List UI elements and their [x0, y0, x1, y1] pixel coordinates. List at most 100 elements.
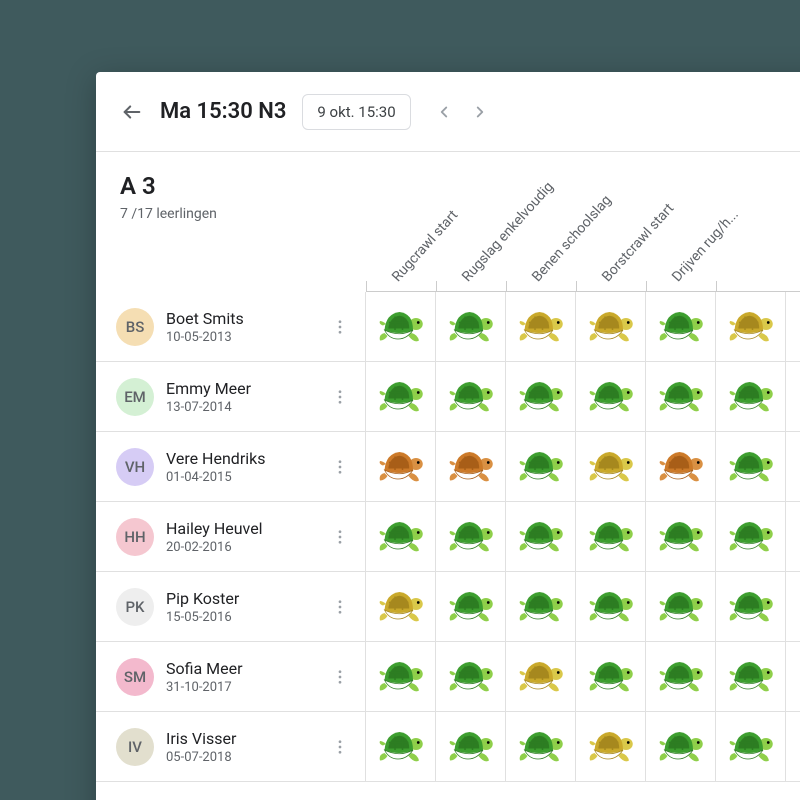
next-date-button[interactable]	[463, 95, 497, 129]
rating-cell[interactable]	[716, 712, 786, 781]
rating-cell[interactable]	[506, 502, 576, 571]
rating-cell[interactable]	[646, 642, 716, 711]
rating-cell[interactable]	[366, 642, 436, 711]
rating-cell[interactable]	[506, 432, 576, 501]
turtle-icon	[517, 307, 565, 347]
skill-column-header[interactable]: Rugslag enkelvoudig	[436, 152, 506, 291]
kebab-icon[interactable]	[327, 447, 353, 487]
kebab-icon[interactable]	[327, 587, 353, 627]
kebab-icon[interactable]	[327, 307, 353, 347]
rating-cell[interactable]	[716, 292, 786, 361]
prev-date-button[interactable]	[427, 95, 461, 129]
rating-cell[interactable]	[436, 712, 506, 781]
turtle-icon	[727, 307, 775, 347]
rating-cell[interactable]	[646, 572, 716, 641]
avatar: IV	[116, 728, 154, 766]
turtle-icon	[377, 727, 425, 767]
date-picker[interactable]: 9 okt. 15:30	[302, 94, 410, 130]
rating-cell[interactable]	[646, 712, 716, 781]
skill-header: Rugcrawl startRugslag enkelvoudigBenen s…	[366, 152, 800, 292]
rating-cell[interactable]	[436, 502, 506, 571]
student-cell[interactable]: PKPip Koster15-05-2016	[96, 572, 366, 641]
rating-cell[interactable]	[646, 432, 716, 501]
rating-cell[interactable]	[436, 642, 506, 711]
turtle-icon	[517, 587, 565, 627]
turtle-icon	[587, 447, 635, 487]
rating-cell[interactable]	[576, 502, 646, 571]
skill-column-header[interactable]: Drijven rug/h...	[646, 152, 716, 291]
student-dob: 05-07-2018	[166, 750, 315, 765]
rating-cell[interactable]	[576, 292, 646, 361]
skill-column-header[interactable]: Benen schoolslag	[506, 152, 576, 291]
skill-column-header[interactable]: Rugcrawl start	[366, 152, 436, 291]
kebab-icon[interactable]	[327, 377, 353, 417]
student-cell[interactable]: EMEmmy Meer13-07-2014	[96, 362, 366, 431]
rating-cell[interactable]	[506, 572, 576, 641]
turtle-icon	[447, 447, 495, 487]
turtle-icon	[377, 587, 425, 627]
rating-cell[interactable]	[576, 362, 646, 431]
group-subtitle: 7 /17 leerlingen	[120, 206, 342, 222]
rating-cell[interactable]	[716, 642, 786, 711]
rating-cell[interactable]	[506, 712, 576, 781]
rating-cell[interactable]	[506, 642, 576, 711]
rating-cell[interactable]	[716, 502, 786, 571]
rating-cell[interactable]	[646, 502, 716, 571]
rating-cell[interactable]	[436, 572, 506, 641]
rating-cell[interactable]	[506, 362, 576, 431]
turtle-icon	[377, 517, 425, 557]
rating-cell[interactable]	[576, 572, 646, 641]
rating-cell[interactable]	[366, 292, 436, 361]
turtle-icon	[587, 307, 635, 347]
turtle-icon	[727, 447, 775, 487]
student-cell[interactable]: BSBoet Smits10-05-2013	[96, 292, 366, 361]
rating-cell[interactable]	[576, 432, 646, 501]
rating-cell[interactable]	[576, 712, 646, 781]
student-row: HHHailey Heuvel20-02-2016	[96, 502, 800, 572]
rating-cell[interactable]	[646, 362, 716, 431]
rating-cell[interactable]	[506, 292, 576, 361]
student-row: EMEmmy Meer13-07-2014	[96, 362, 800, 432]
student-row: BSBoet Smits10-05-2013	[96, 292, 800, 362]
skill-column-header[interactable]: Borstcrawl start	[576, 152, 646, 291]
rating-cell[interactable]	[436, 432, 506, 501]
rating-cell[interactable]	[716, 362, 786, 431]
rating-cell[interactable]	[366, 432, 436, 501]
date-nav	[427, 95, 497, 129]
rating-cell[interactable]	[366, 362, 436, 431]
student-cell[interactable]: VHVere Hendriks01-04-2015	[96, 432, 366, 501]
student-cell[interactable]: SMSofia Meer31-10-2017	[96, 642, 366, 711]
rating-cell[interactable]	[436, 362, 506, 431]
kebab-icon[interactable]	[327, 517, 353, 557]
student-cell[interactable]: IV Iris Visser 05-07-2018	[96, 712, 366, 781]
rating-cell[interactable]	[436, 292, 506, 361]
skill-column-header[interactable]	[716, 152, 786, 291]
toolbar: Ma 15:30 N3 9 okt. 15:30 OPSLAAN	[96, 72, 800, 152]
kebab-icon[interactable]	[327, 727, 353, 767]
rating-cell[interactable]	[366, 572, 436, 641]
turtle-icon	[657, 377, 705, 417]
turtle-icon	[727, 517, 775, 557]
rating-cell[interactable]	[576, 642, 646, 711]
rating-cell[interactable]	[366, 712, 436, 781]
back-icon[interactable]	[120, 100, 144, 124]
student-name: Iris Visser	[166, 729, 315, 748]
avatar: SM	[116, 658, 154, 696]
turtle-icon	[517, 447, 565, 487]
page-title: Ma 15:30 N3	[160, 99, 286, 124]
rating-cell[interactable]	[716, 432, 786, 501]
student-cell[interactable]: HHHailey Heuvel20-02-2016	[96, 502, 366, 571]
turtle-icon	[517, 657, 565, 697]
turtle-icon	[447, 657, 495, 697]
student-dob: 13-07-2014	[166, 400, 315, 415]
student-name: Hailey Heuvel	[166, 519, 315, 538]
kebab-icon[interactable]	[327, 657, 353, 697]
turtle-icon	[447, 307, 495, 347]
turtle-icon	[587, 587, 635, 627]
rating-cell[interactable]	[646, 292, 716, 361]
rating-cell[interactable]	[716, 572, 786, 641]
group-header: A 3 7 /17 leerlingen	[96, 152, 366, 292]
avatar: PK	[116, 588, 154, 626]
turtle-icon	[657, 307, 705, 347]
rating-cell[interactable]	[366, 502, 436, 571]
